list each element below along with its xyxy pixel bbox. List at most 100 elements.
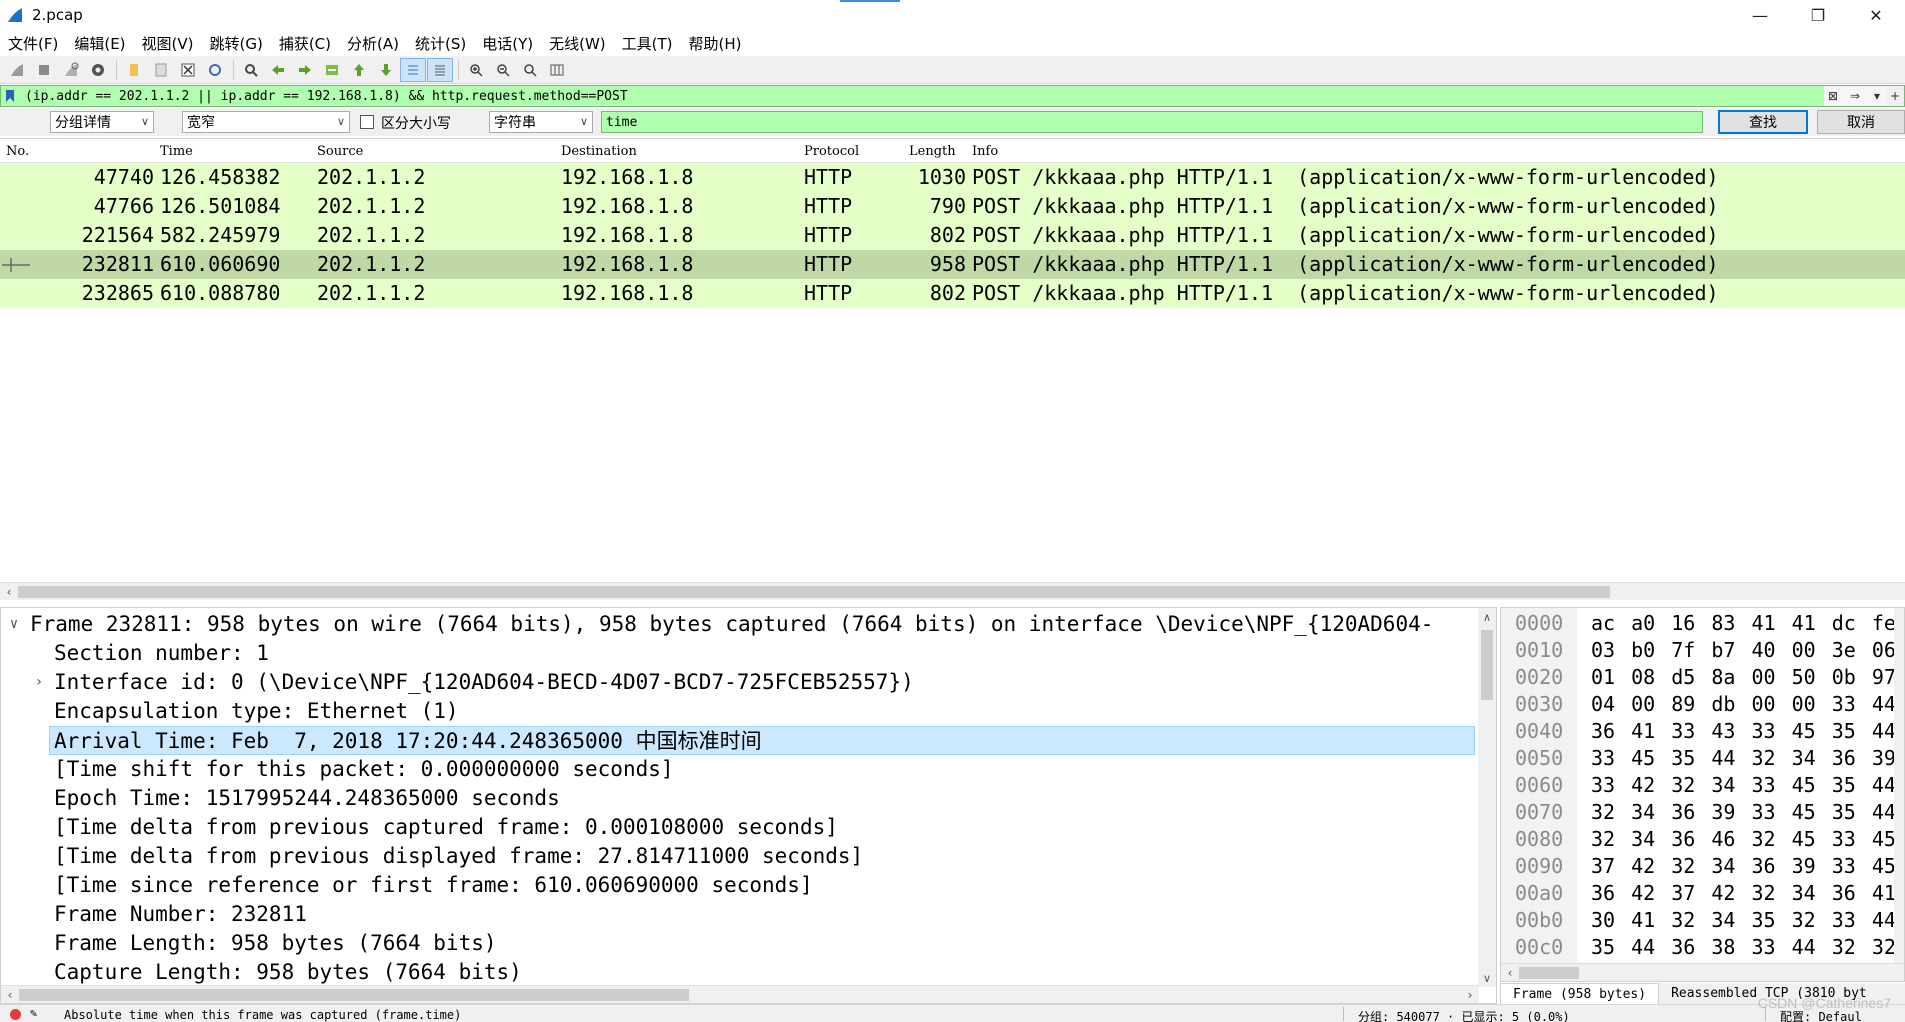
details-horizontal-scrollbar[interactable]: ‹ › [1, 985, 1479, 1003]
menu-go[interactable]: 跳转(G) [202, 33, 271, 54]
apply-filter-arrow-icon[interactable]: ⇒ [1842, 86, 1868, 106]
clear-filter-icon[interactable]: ⊠ [1824, 86, 1842, 106]
close-button[interactable]: ✕ [1847, 0, 1905, 30]
hex-bytes: 04 00 89 db 00 00 33 44 [1591, 692, 1896, 716]
zoom-in-icon[interactable] [463, 58, 489, 82]
packet-no: 47740 [93, 165, 154, 189]
col-header-no[interactable]: No. [6, 144, 29, 159]
zoom-out-icon[interactable] [490, 58, 516, 82]
details-tree-row[interactable]: [Time shift for this packet: 0.000000000… [1, 755, 1479, 784]
details-row-text: Frame Number: 232811 [54, 902, 307, 926]
find-query-input[interactable]: time [601, 111, 1703, 133]
menu-edit[interactable]: 编辑(E) [66, 33, 133, 54]
stop-capture-icon[interactable] [31, 58, 57, 82]
resize-columns-icon[interactable] [544, 58, 570, 82]
save-file-icon[interactable] [148, 58, 174, 82]
bytes-vertical-scrollbar[interactable] [1894, 608, 1904, 981]
menu-tools[interactable]: 工具(T) [614, 33, 681, 54]
details-tree-row[interactable]: Section number: 1 [1, 639, 1479, 668]
menu-help[interactable]: 帮助(H) [681, 33, 750, 54]
char-width-select[interactable]: 宽窄 ∨ [182, 111, 350, 133]
details-tree-row[interactable]: Frame Number: 232811 [1, 900, 1479, 929]
menu-view[interactable]: 视图(V) [134, 33, 202, 54]
details-tree-row-highlighted[interactable]: Arrival Time: Feb 7, 2018 17:20:44.24836… [49, 726, 1475, 755]
auto-scroll-icon[interactable] [400, 57, 426, 82]
menu-telephony[interactable]: 电话(Y) [474, 33, 541, 54]
scrollbar-thumb[interactable] [18, 586, 1610, 598]
add-filter-button-plus-icon[interactable]: + [1886, 86, 1904, 106]
details-vertical-scrollbar[interactable]: ∧ ∨ [1478, 608, 1496, 987]
search-in-select[interactable]: 分组详情 ∨ [50, 111, 154, 133]
colorize-list-icon[interactable] [427, 57, 453, 82]
minimize-button[interactable]: — [1731, 0, 1789, 30]
filter-history-chevron-down-icon[interactable]: ▾ [1868, 86, 1886, 106]
find-packet-icon[interactable] [238, 58, 264, 82]
col-header-length[interactable]: Length [909, 144, 956, 159]
scrollbar-thumb[interactable] [1481, 630, 1493, 700]
col-header-time[interactable]: Time [160, 144, 193, 159]
go-to-packet-icon[interactable] [319, 58, 345, 82]
tab-frame-bytes[interactable]: Frame (958 bytes) [1500, 983, 1660, 1004]
close-file-icon[interactable] [175, 58, 201, 82]
details-row-text: [Time delta from previous displayed fram… [54, 844, 864, 868]
details-tree-row[interactable]: [Time delta from previous captured frame… [1, 813, 1479, 842]
menu-analyze[interactable]: 分析(A) [339, 33, 407, 54]
col-header-destination[interactable]: Destination [561, 144, 637, 159]
menu-wireless[interactable]: 无线(W) [541, 33, 614, 54]
bytes-horizontal-scrollbar[interactable]: ‹ [1501, 963, 1904, 981]
scroll-left-icon[interactable]: ‹ [0, 583, 18, 601]
scroll-right-icon[interactable]: › [1461, 986, 1479, 1003]
hex-bytes: 32 34 36 39 33 45 35 44 [1591, 800, 1896, 824]
case-sensitive-checkbox[interactable] [360, 115, 374, 129]
col-header-source[interactable]: Source [317, 144, 363, 159]
scroll-up-icon[interactable]: ∧ [1478, 608, 1496, 626]
go-last-packet-icon[interactable] [373, 58, 399, 82]
go-forward-icon[interactable] [292, 58, 318, 82]
edit-comment-icon[interactable]: ✎ [30, 1006, 37, 1020]
chevron-down-icon[interactable]: ∨ [7, 610, 21, 639]
packet-row[interactable]: 47740 126.458382 202.1.1.2 192.168.1.8 H… [0, 163, 1905, 192]
go-first-packet-icon[interactable] [346, 58, 372, 82]
display-filter-bar[interactable]: (ip.addr == 202.1.1.2 || ip.addr == 192.… [0, 85, 1905, 107]
details-tree-row[interactable]: › Interface id: 0 (\Device\NPF_{120AD604… [1, 668, 1479, 697]
search-type-select[interactable]: 字符串 ∨ [489, 111, 593, 133]
scroll-left-icon[interactable]: ‹ [1, 986, 19, 1003]
packet-row-selected[interactable]: 232811 610.060690 202.1.1.2 192.168.1.8 … [0, 250, 1905, 279]
chevron-right-icon[interactable]: › [32, 668, 46, 697]
filter-bookmark-icon[interactable] [1, 86, 19, 106]
details-tree-row[interactable]: Frame Length: 958 bytes (7664 bits) [1, 929, 1479, 958]
col-header-info[interactable]: Info [972, 144, 998, 159]
scrollbar-thumb[interactable] [19, 989, 689, 1001]
details-tree-row[interactable]: [Time since reference or first frame: 61… [1, 871, 1479, 900]
status-bar: ✎ Absolute time when this frame was capt… [0, 1004, 1905, 1022]
col-header-protocol[interactable]: Protocol [804, 144, 859, 159]
display-filter-input[interactable]: (ip.addr == 202.1.1.2 || ip.addr == 192.… [25, 89, 628, 104]
packet-list-horizontal-scrollbar[interactable]: ‹ [0, 582, 1905, 600]
details-tree-row[interactable]: Encapsulation type: Ethernet (1) [1, 697, 1479, 726]
scroll-left-icon[interactable]: ‹ [1501, 964, 1519, 981]
details-tree-row[interactable]: [Time delta from previous displayed fram… [1, 842, 1479, 871]
zoom-reset-icon[interactable] [517, 58, 543, 82]
scrollbar-thumb[interactable] [1519, 967, 1579, 979]
open-file-icon[interactable] [121, 58, 147, 82]
scroll-down-icon[interactable]: ∨ [1478, 969, 1496, 987]
capture-options-gear-icon[interactable] [85, 58, 111, 82]
menu-capture[interactable]: 捕获(C) [271, 33, 339, 54]
expert-info-icon[interactable] [10, 1009, 21, 1020]
packet-row[interactable]: 232865 610.088780 202.1.1.2 192.168.1.8 … [0, 279, 1905, 308]
packet-row[interactable]: 47766 126.501084 202.1.1.2 192.168.1.8 H… [0, 192, 1905, 221]
details-tree-row[interactable]: Epoch Time: 1517995244.248365000 seconds [1, 784, 1479, 813]
reload-file-icon[interactable] [202, 58, 228, 82]
go-back-icon[interactable] [265, 58, 291, 82]
packet-row[interactable]: 221564 582.245979 202.1.1.2 192.168.1.8 … [0, 221, 1905, 250]
start-capture-fin-icon[interactable] [4, 58, 30, 82]
details-tree-row[interactable]: ∨ Frame 232811: 958 bytes on wire (7664 … [1, 610, 1479, 639]
find-button[interactable]: 查找 [1718, 110, 1808, 134]
cancel-button[interactable]: 取消 [1817, 110, 1905, 134]
menu-file[interactable]: 文件(F) [0, 33, 66, 54]
details-tree-row[interactable]: Capture Length: 958 bytes (7664 bits) [1, 958, 1479, 987]
menu-statistics[interactable]: 统计(S) [407, 33, 474, 54]
restart-capture-icon[interactable] [58, 58, 84, 82]
search-type-value: 字符串 [494, 115, 536, 131]
restore-button[interactable]: ❐ [1789, 0, 1847, 30]
